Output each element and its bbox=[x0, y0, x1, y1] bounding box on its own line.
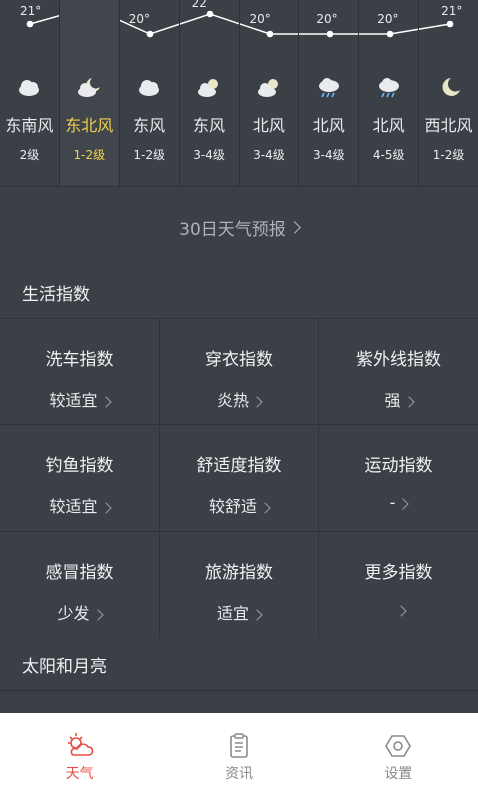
forecast-day[interactable]: 20° 北风 3-4级 bbox=[299, 0, 360, 186]
forecast-day[interactable]: 20° 北风 4-5级 bbox=[359, 0, 420, 186]
wind-direction: 东风 bbox=[133, 116, 166, 135]
temp-label: 20° bbox=[316, 12, 338, 26]
weather-sun-cloud-icon bbox=[67, 733, 93, 756]
index-name: 运动指数 bbox=[364, 456, 433, 476]
nav-weather-label: 天气 bbox=[65, 766, 94, 782]
index-value: 较舒适 bbox=[160, 493, 318, 517]
index-name: 钓鱼指数 bbox=[45, 456, 114, 476]
index-value bbox=[319, 600, 478, 619]
temp-label: 22 bbox=[191, 0, 207, 10]
forecast-day-today[interactable]: 东北风 1-2级 bbox=[59, 0, 120, 186]
index-value: - bbox=[319, 493, 478, 512]
weather-app: 21° 东南风 2级 东北风 1-2级 20° 东风 1-2级 22 东风 3-… bbox=[0, 0, 478, 798]
forecast-day[interactable]: 22 东风 3-4级 bbox=[180, 0, 240, 186]
forecast-day[interactable]: 20° 北风 3-4级 bbox=[240, 0, 300, 186]
chevron-right-icon bbox=[251, 396, 263, 408]
wind-level: 1-2级 bbox=[73, 148, 106, 162]
nav-weather[interactable]: 天气 bbox=[0, 713, 159, 798]
life-index-title-text: 生活指数 bbox=[22, 284, 90, 305]
index-value: 较适宜 bbox=[0, 387, 159, 411]
life-index-title: 生活指数 bbox=[0, 266, 478, 318]
rain-cloud-icon bbox=[318, 78, 339, 98]
chevron-right-icon bbox=[402, 396, 415, 408]
index-name: 紫外线指数 bbox=[356, 350, 441, 370]
temp-label: 21° bbox=[441, 4, 463, 18]
index-value: 较适宜 bbox=[0, 493, 159, 517]
forecast-day[interactable]: 21° 西北风 1-2级 bbox=[419, 0, 478, 186]
wind-level: 1-2级 bbox=[432, 148, 465, 162]
cloudy-day-icon bbox=[139, 80, 160, 96]
chevron-right-icon bbox=[287, 220, 301, 234]
nav-settings[interactable]: 设置 bbox=[319, 713, 478, 798]
life-index-item[interactable]: 舒适度指数 较舒适 bbox=[160, 425, 319, 532]
chevron-right-icon bbox=[99, 396, 112, 408]
temp-label: 20° bbox=[377, 12, 399, 26]
life-index-grid: 洗车指数 较适宜 穿衣指数 炎热 紫外线指数 强 钓鱼指数 较适宜 舒适度指数 … bbox=[0, 318, 478, 639]
wind-level: 1-2级 bbox=[133, 148, 165, 162]
chevron-right-icon bbox=[251, 609, 263, 621]
index-name: 旅游指数 bbox=[205, 563, 273, 583]
wind-direction: 东风 bbox=[193, 116, 226, 135]
nav-news-label: 资讯 bbox=[224, 766, 253, 782]
index-name: 感冒指数 bbox=[45, 563, 114, 583]
index-value: 少发 bbox=[0, 600, 159, 624]
temp-label: 20° bbox=[128, 12, 151, 26]
forecast-day[interactable]: 20° 东风 1-2级 bbox=[120, 0, 180, 186]
cloudy-day-icon bbox=[19, 80, 40, 96]
life-index-item[interactable]: 感冒指数 少发 bbox=[0, 532, 160, 639]
index-value: 适宜 bbox=[160, 600, 318, 624]
chevron-right-icon bbox=[99, 502, 112, 514]
wind-direction: 北风 bbox=[312, 116, 345, 135]
chevron-right-icon bbox=[394, 605, 407, 617]
index-name: 舒适度指数 bbox=[196, 456, 282, 476]
chevron-right-icon bbox=[259, 502, 271, 514]
wind-level: 2级 bbox=[19, 148, 40, 162]
wind-direction: 北风 bbox=[372, 116, 405, 135]
life-index-item[interactable]: 洗车指数 较适宜 bbox=[0, 319, 160, 425]
clipboard-icon bbox=[230, 733, 248, 758]
life-index-item[interactable]: 运动指数 - bbox=[319, 425, 478, 532]
index-name: 洗车指数 bbox=[45, 350, 114, 370]
settings-hexagon-icon bbox=[385, 735, 412, 757]
more-index-item[interactable]: 更多指数 bbox=[319, 532, 478, 639]
bottom-navigation: 天气 资讯 设置 bbox=[0, 713, 478, 798]
partly-cloudy-sun-icon bbox=[257, 79, 278, 97]
partly-cloudy-sun-icon bbox=[198, 79, 219, 97]
temp-label: 20° bbox=[249, 12, 271, 26]
wind-direction: 西北风 bbox=[424, 116, 473, 135]
life-index-item[interactable]: 穿衣指数 炎热 bbox=[160, 319, 319, 425]
wind-level: 3-4级 bbox=[193, 148, 225, 162]
nav-news[interactable]: 资讯 bbox=[159, 713, 318, 798]
rain-cloud-icon bbox=[378, 78, 399, 98]
chevron-right-icon bbox=[91, 609, 104, 621]
wind-direction: 东南风 bbox=[5, 116, 54, 135]
hourly-daily-forecast: 21° 东南风 2级 东北风 1-2级 20° 东风 1-2级 22 东风 3-… bbox=[0, 0, 478, 186]
wind-level: 4-5级 bbox=[372, 148, 405, 162]
wind-level: 3-4级 bbox=[253, 148, 285, 162]
wind-direction: 北风 bbox=[252, 116, 285, 135]
index-value: 强 bbox=[319, 387, 478, 411]
thirty-day-forecast-label: 30日天气预报 bbox=[179, 219, 286, 240]
life-index-item[interactable]: 钓鱼指数 较适宜 bbox=[0, 425, 160, 532]
temp-label: 21° bbox=[20, 4, 42, 18]
index-name: 更多指数 bbox=[364, 563, 433, 583]
chevron-right-icon bbox=[397, 498, 410, 510]
sun-moon-title-text: 太阳和月亮 bbox=[22, 656, 107, 677]
nav-settings-label: 设置 bbox=[384, 766, 413, 782]
wind-level: 3-4级 bbox=[313, 148, 345, 162]
moon-icon bbox=[442, 78, 460, 96]
index-name: 穿衣指数 bbox=[205, 350, 273, 370]
life-index-item[interactable]: 紫外线指数 强 bbox=[319, 319, 478, 425]
sun-moon-title: 太阳和月亮 bbox=[0, 638, 478, 691]
index-value: 炎热 bbox=[160, 387, 318, 411]
forecast-day[interactable]: 21° 东南风 2级 bbox=[0, 0, 60, 186]
life-index-item[interactable]: 旅游指数 适宜 bbox=[160, 532, 319, 639]
thirty-day-forecast-link[interactable]: 30日天气预报 bbox=[0, 186, 478, 268]
wind-direction: 东北风 bbox=[65, 116, 114, 135]
partly-cloudy-moon-icon bbox=[78, 78, 101, 97]
